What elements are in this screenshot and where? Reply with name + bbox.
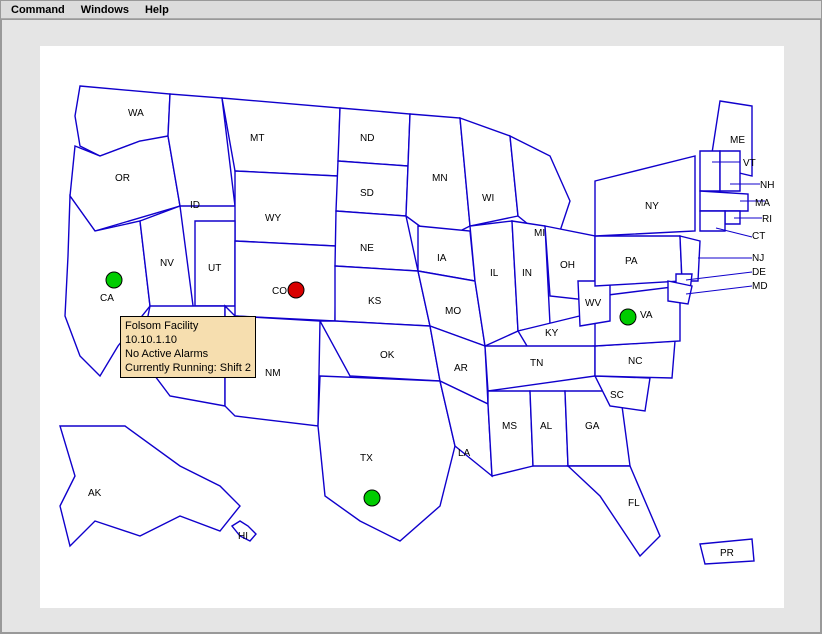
tooltip-facility-name: Folsom Facility: [125, 319, 251, 333]
label-UT: UT: [208, 263, 221, 274]
tooltip-running-status: Currently Running: Shift 2: [125, 361, 251, 375]
state-NY[interactable]: [595, 156, 695, 236]
state-KS[interactable]: [335, 266, 430, 326]
facility-tooltip: Folsom Facility 10.10.1.10 No Active Ala…: [120, 316, 256, 378]
label-MA: MA: [755, 198, 770, 209]
label-NH: NH: [760, 180, 774, 191]
label-OR: OR: [115, 173, 130, 184]
label-NY: NY: [645, 201, 659, 212]
menubar: Command Windows Help: [1, 1, 821, 19]
label-PR: PR: [720, 548, 734, 559]
state-AK[interactable]: [60, 426, 240, 546]
label-VT: VT: [743, 158, 756, 169]
label-IN: IN: [522, 268, 532, 279]
label-DE: DE: [752, 267, 766, 278]
label-MS: MS: [502, 421, 517, 432]
state-CO[interactable]: [235, 241, 336, 321]
label-SC: SC: [610, 390, 624, 401]
label-ND: ND: [360, 133, 374, 144]
label-NC: NC: [628, 356, 642, 367]
label-MO: MO: [445, 306, 461, 317]
label-CO: CO: [272, 286, 287, 297]
label-AL: AL: [540, 421, 553, 432]
state-VT[interactable]: [700, 151, 720, 191]
label-ME: ME: [730, 135, 745, 146]
label-ID: ID: [190, 200, 200, 211]
label-KS: KS: [368, 296, 382, 307]
label-SD: SD: [360, 188, 374, 199]
label-NE: NE: [360, 243, 374, 254]
label-HI: HI: [238, 531, 248, 542]
state-PA[interactable]: [595, 236, 682, 286]
label-WA: WA: [128, 108, 144, 119]
label-WI: WI: [482, 193, 494, 204]
us-map[interactable]: WA OR CA ID NV MT WY UT AZ CO NM ND SD N…: [40, 46, 784, 608]
label-MT: MT: [250, 133, 264, 144]
label-RI: RI: [762, 214, 772, 225]
label-VA: VA: [640, 310, 653, 321]
label-IL: IL: [490, 268, 499, 279]
label-NM: NM: [265, 368, 281, 379]
texas-marker[interactable]: [364, 490, 380, 506]
menu-windows[interactable]: Windows: [73, 2, 137, 18]
state-FL[interactable]: [568, 466, 660, 556]
label-MD: MD: [752, 281, 768, 292]
label-CA: CA: [100, 293, 114, 304]
label-NV: NV: [160, 258, 174, 269]
california-marker[interactable]: [106, 272, 122, 288]
state-WI[interactable]: [460, 118, 518, 226]
label-OH: OH: [560, 260, 575, 271]
virginia-marker[interactable]: [620, 309, 636, 325]
label-WY: WY: [265, 213, 281, 224]
state-CT[interactable]: [700, 211, 725, 231]
state-NH[interactable]: [720, 151, 740, 191]
state-TX[interactable]: [318, 376, 455, 541]
label-TN: TN: [530, 358, 543, 369]
state-WY[interactable]: [235, 171, 338, 246]
colorado-marker[interactable]: [288, 282, 304, 298]
label-CT: CT: [752, 231, 765, 242]
label-MI: MI: [534, 228, 545, 239]
menu-command[interactable]: Command: [3, 2, 73, 18]
label-AR: AR: [454, 363, 468, 374]
label-LA: LA: [458, 448, 471, 459]
label-OK: OK: [380, 350, 395, 361]
label-TX: TX: [360, 453, 373, 464]
label-AK: AK: [88, 488, 102, 499]
label-PA: PA: [625, 256, 638, 267]
label-FL: FL: [628, 498, 640, 509]
label-GA: GA: [585, 421, 600, 432]
label-WV: WV: [585, 298, 601, 309]
window-body: WA OR CA ID NV MT WY UT AZ CO NM ND SD N…: [1, 19, 821, 633]
label-IA: IA: [437, 253, 447, 264]
label-KY: KY: [545, 328, 559, 339]
tooltip-alarm-status: No Active Alarms: [125, 347, 251, 361]
menu-help[interactable]: Help: [137, 2, 177, 18]
state-MT[interactable]: [222, 98, 340, 176]
tooltip-ip: 10.10.1.10: [125, 333, 251, 347]
label-NJ: NJ: [752, 253, 764, 264]
label-MN: MN: [432, 173, 448, 184]
state-MS[interactable]: [488, 391, 533, 476]
state-NE[interactable]: [335, 211, 418, 271]
